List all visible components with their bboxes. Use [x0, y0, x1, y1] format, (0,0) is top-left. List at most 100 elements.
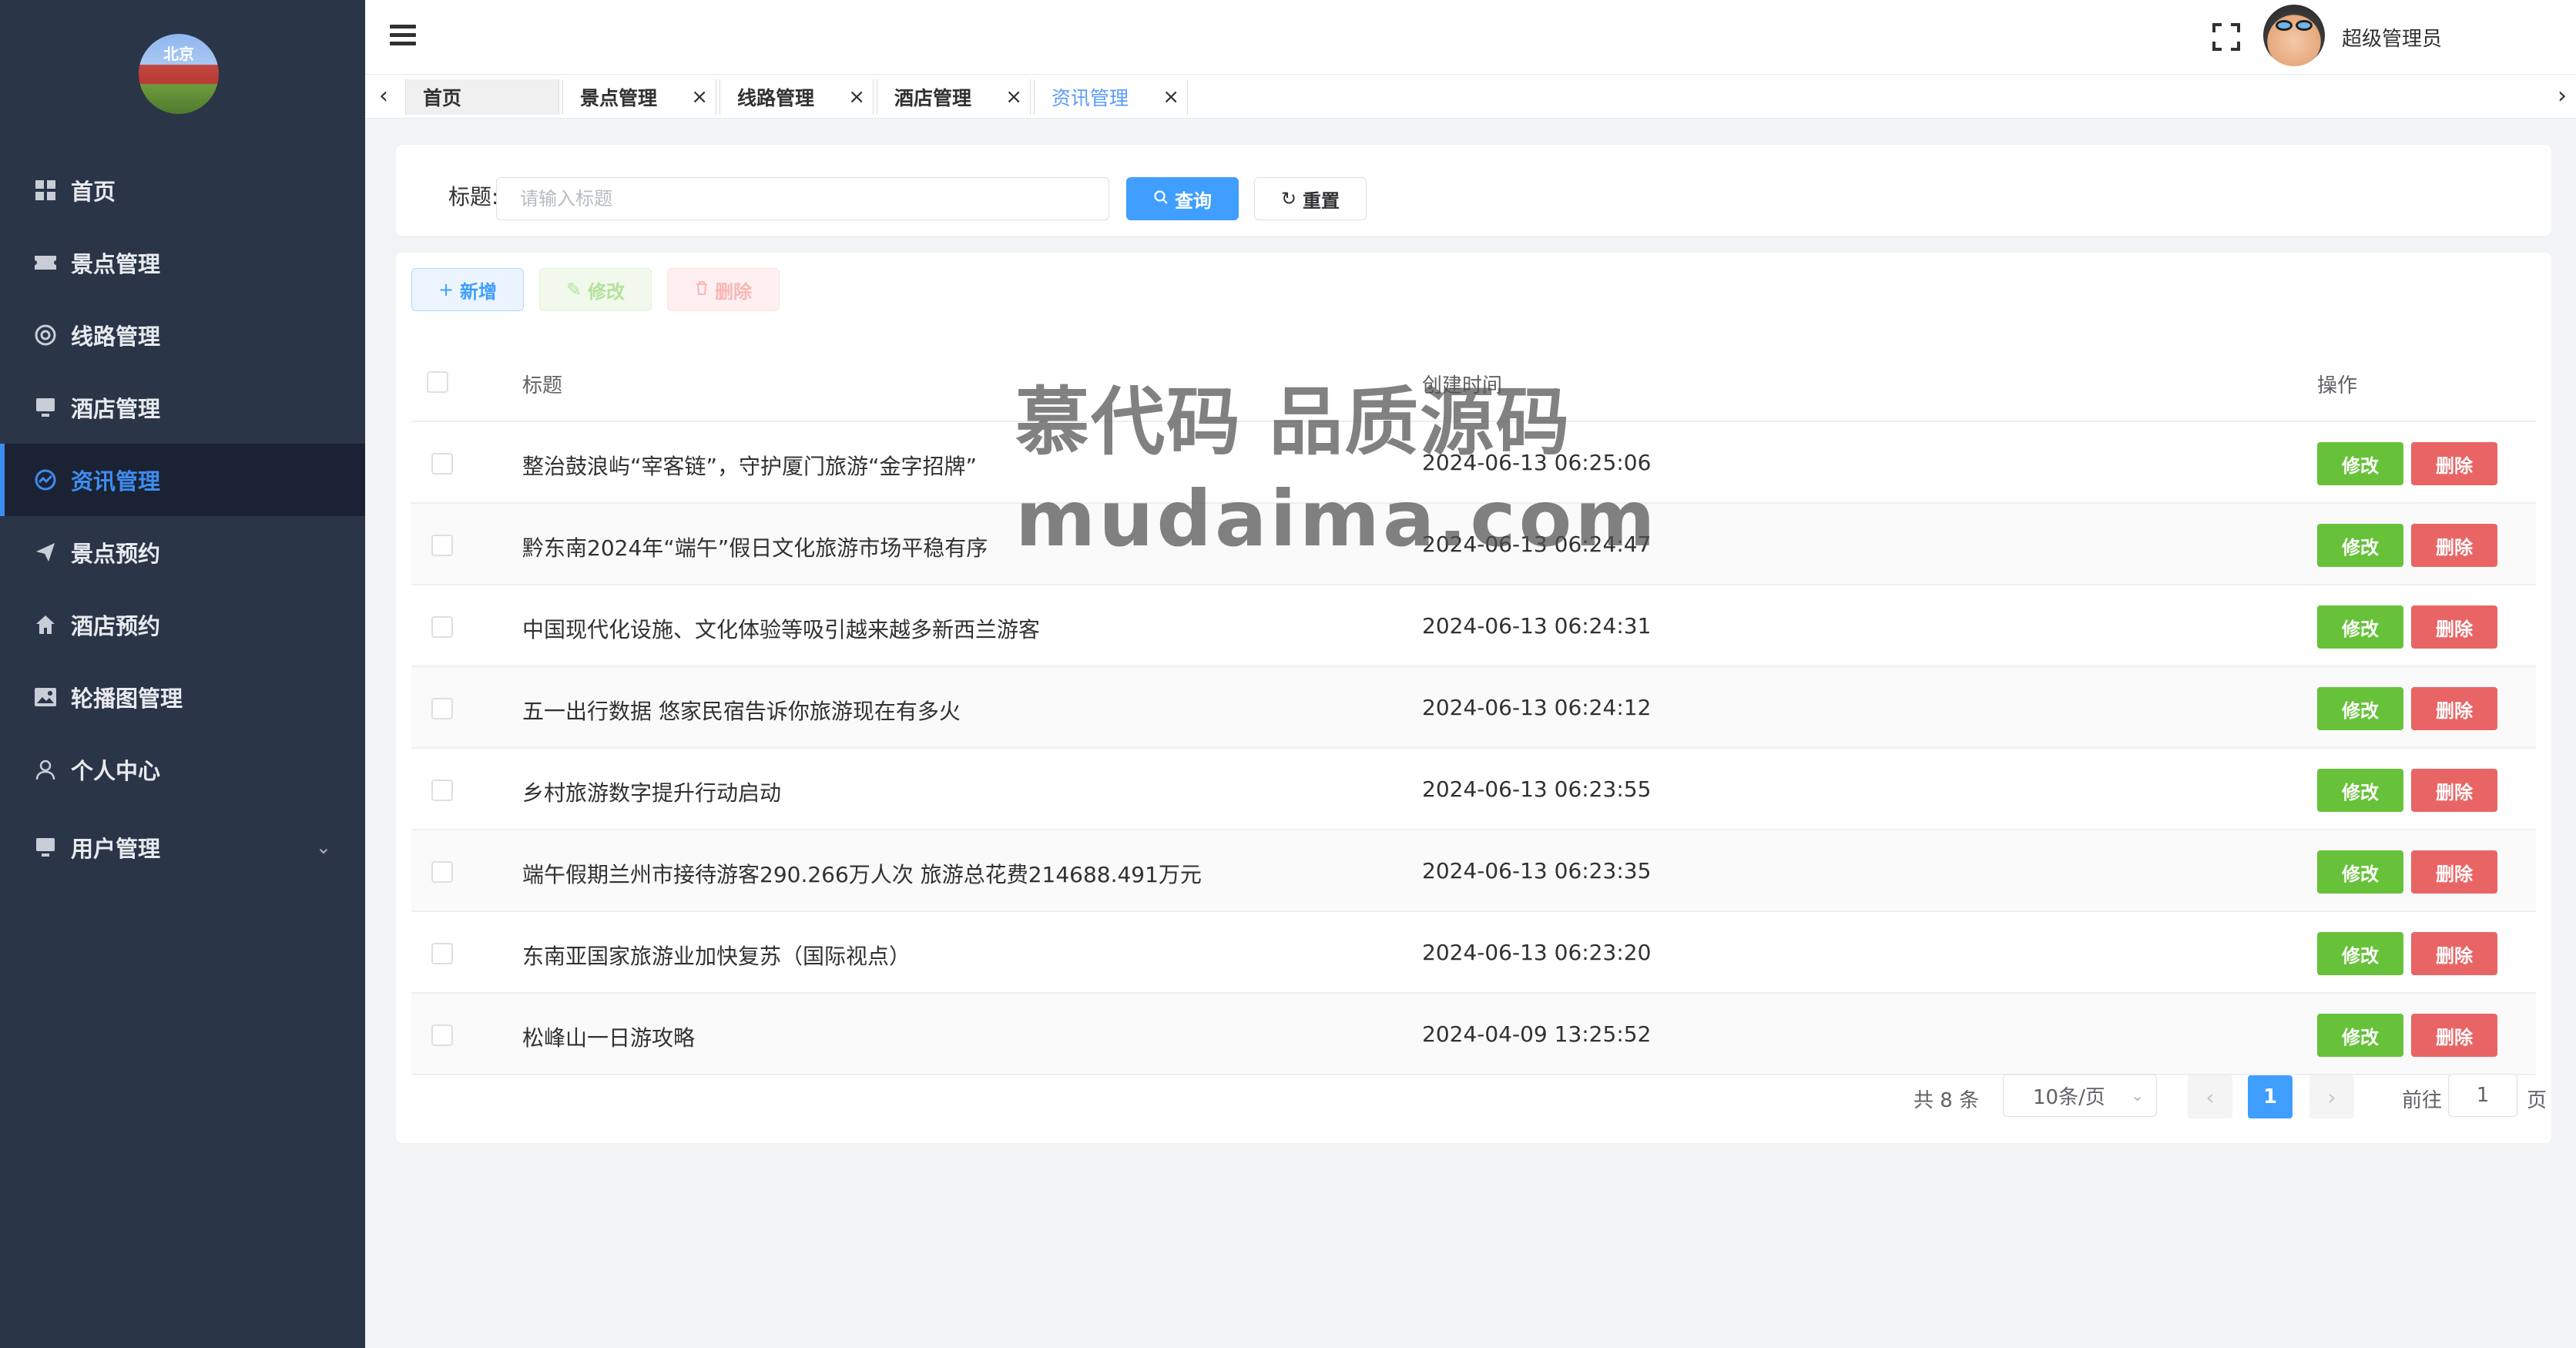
- sidebar-item-scenic[interactable]: 景点管理: [0, 226, 365, 299]
- prev-page-button[interactable]: ‹: [2188, 1075, 2232, 1118]
- pagination-total: 共 8 条: [1914, 1089, 1980, 1112]
- column-actions: 操作: [2317, 374, 2358, 397]
- row-delete-button[interactable]: 删除: [2411, 769, 2497, 812]
- pagination: 共 8 条 10条/页 ⌄ ‹ 1 › 前往 页: [396, 1068, 2551, 1122]
- tab-hotel[interactable]: 酒店管理 ×: [877, 79, 1031, 115]
- row-checkbox[interactable]: [431, 861, 453, 883]
- row-created: 2024-06-13 06:24:31: [1422, 613, 1652, 639]
- sidebar-item-label: 酒店管理: [71, 396, 161, 422]
- delete-button[interactable]: 删除: [667, 268, 780, 311]
- row-checkbox[interactable]: [431, 453, 453, 474]
- sidebar-item-label: 轮播图管理: [71, 686, 183, 712]
- sidebar-item-label: 首页: [71, 179, 116, 205]
- tab-scenic[interactable]: 景点管理 ×: [562, 79, 716, 115]
- select-all-checkbox[interactable]: [427, 371, 448, 393]
- row-edit-button[interactable]: 修改: [2317, 605, 2403, 649]
- row-edit-button[interactable]: 修改: [2317, 1014, 2403, 1057]
- row-delete-button[interactable]: 删除: [2411, 687, 2497, 730]
- row-title: 黔东南2024年“端午”假日文化旅游市场平稳有序: [522, 535, 988, 561]
- lifebuoy-icon: [32, 322, 59, 348]
- sidebar-item-route[interactable]: 线路管理: [0, 299, 365, 371]
- row-checkbox[interactable]: [431, 780, 453, 801]
- row-created: 2024-06-13 06:24:47: [1422, 531, 1652, 557]
- table-row: 中国现代化设施、文化体验等吸引越来越多新西兰游客 2024-06-13 06:2…: [411, 585, 2536, 667]
- sidebar-item-carousel[interactable]: 轮播图管理: [0, 661, 365, 733]
- row-delete-button[interactable]: 删除: [2411, 1014, 2497, 1057]
- row-edit-button[interactable]: 修改: [2317, 932, 2403, 975]
- table-header: 标题 创建时间 操作: [411, 339, 2536, 422]
- row-delete-button[interactable]: 删除: [2411, 605, 2497, 649]
- tab-label: 资讯管理: [1052, 87, 1129, 109]
- pencil-icon: ✎: [565, 279, 582, 300]
- row-edit-button[interactable]: 修改: [2317, 850, 2403, 894]
- chevron-right-icon[interactable]: ›: [2558, 82, 2567, 109]
- table-row: 松峰山一日游攻略 2024-04-09 13:25:52 修改 删除: [411, 994, 2536, 1075]
- sidebar-item-profile[interactable]: 个人中心: [0, 733, 365, 806]
- chart-icon: [32, 467, 59, 493]
- tab-route[interactable]: 线路管理 ×: [719, 79, 874, 115]
- sidebar-item-users[interactable]: 用户管理 ⌄: [0, 806, 365, 889]
- row-delete-button[interactable]: 删除: [2411, 932, 2497, 975]
- search-input[interactable]: [496, 177, 1109, 220]
- row-edit-button[interactable]: 修改: [2317, 442, 2403, 485]
- home-icon: [32, 612, 59, 638]
- row-checkbox[interactable]: [431, 943, 453, 964]
- row-edit-button[interactable]: 修改: [2317, 769, 2403, 812]
- row-created: 2024-06-13 06:23:35: [1422, 858, 1652, 884]
- tab-news[interactable]: 资讯管理 ×: [1034, 79, 1188, 115]
- add-button-label: 新增: [460, 280, 498, 303]
- picture-icon: [32, 684, 59, 710]
- table-panel: + 新增 ✎ 修改 删除 标题 创建时间 操作 整治鼓浪屿“宰客链”，守护厦门旅…: [396, 253, 2551, 1143]
- row-checkbox[interactable]: [431, 1024, 453, 1046]
- reset-button[interactable]: ↻ 重置: [1254, 177, 1367, 220]
- next-page-button[interactable]: ›: [2309, 1075, 2354, 1118]
- username[interactable]: 超级管理员: [2342, 23, 2442, 52]
- row-created: 2024-06-13 06:23:20: [1422, 940, 1652, 965]
- row-delete-button[interactable]: 删除: [2411, 442, 2497, 485]
- query-button[interactable]: 查询: [1126, 177, 1239, 220]
- table-row: 东南亚国家旅游业加快复苏（国际视点） 2024-06-13 06:23:20 修…: [411, 912, 2536, 994]
- sidebar-item-news[interactable]: 资讯管理: [0, 444, 365, 516]
- tab-label: 酒店管理: [894, 87, 972, 109]
- row-delete-button[interactable]: 删除: [2411, 524, 2497, 567]
- delete-button-label: 删除: [715, 280, 752, 303]
- reset-button-label: 重置: [1303, 189, 1340, 212]
- page-size-select[interactable]: 10条/页 ⌄: [2003, 1074, 2157, 1117]
- close-icon[interactable]: ×: [848, 86, 865, 109]
- sidebar-item-scenic-booking[interactable]: 景点预约: [0, 516, 365, 588]
- avatar[interactable]: [2263, 5, 2325, 66]
- close-icon[interactable]: ×: [1005, 86, 1022, 109]
- page-number-button[interactable]: 1: [2248, 1075, 2293, 1118]
- tab-home[interactable]: 首页: [405, 79, 559, 115]
- refresh-icon: ↻: [1280, 188, 1297, 210]
- edit-button[interactable]: ✎ 修改: [539, 268, 652, 311]
- chevron-left-icon[interactable]: ‹: [379, 82, 388, 109]
- user-icon: [32, 756, 59, 783]
- row-title: 东南亚国家旅游业加快复苏（国际视点）: [522, 944, 911, 969]
- page-suffix: 页: [2527, 1089, 2547, 1112]
- row-checkbox[interactable]: [431, 535, 453, 556]
- sidebar-item-label: 景点预约: [71, 541, 161, 567]
- close-icon[interactable]: ×: [1162, 86, 1179, 109]
- close-icon[interactable]: ×: [691, 86, 708, 109]
- sidebar-item-hotel[interactable]: 酒店管理: [0, 371, 365, 444]
- tab-label: 景点管理: [580, 87, 658, 109]
- sidebar: 北京 首页 景点管理 线路管理 酒店管理 资讯管理 景点预约 酒店预约 轮播图管…: [0, 0, 365, 1348]
- row-delete-button[interactable]: 删除: [2411, 850, 2497, 894]
- sidebar-item-home[interactable]: 首页: [0, 154, 365, 226]
- search-icon: [1153, 188, 1169, 210]
- row-edit-button[interactable]: 修改: [2317, 687, 2403, 730]
- goto-page-input[interactable]: [2448, 1074, 2517, 1117]
- row-title: 中国现代化设施、文化体验等吸引越来越多新西兰游客: [522, 617, 1041, 642]
- row-edit-button[interactable]: 修改: [2317, 524, 2403, 567]
- table-row: 整治鼓浪屿“宰客链”，守护厦门旅游“金字招牌” 2024-06-13 06:25…: [411, 422, 2536, 504]
- sidebar-item-label: 酒店预约: [71, 613, 161, 639]
- grid-icon: [32, 177, 59, 203]
- menu-toggle-icon[interactable]: [390, 25, 416, 46]
- fullscreen-icon[interactable]: [2212, 23, 2240, 51]
- sidebar-item-hotel-booking[interactable]: 酒店预约: [0, 588, 365, 661]
- add-button[interactable]: + 新增: [411, 268, 524, 311]
- row-checkbox[interactable]: [431, 698, 453, 719]
- row-checkbox[interactable]: [431, 616, 453, 638]
- search-panel: 标题: 查询 ↻ 重置: [396, 145, 2551, 236]
